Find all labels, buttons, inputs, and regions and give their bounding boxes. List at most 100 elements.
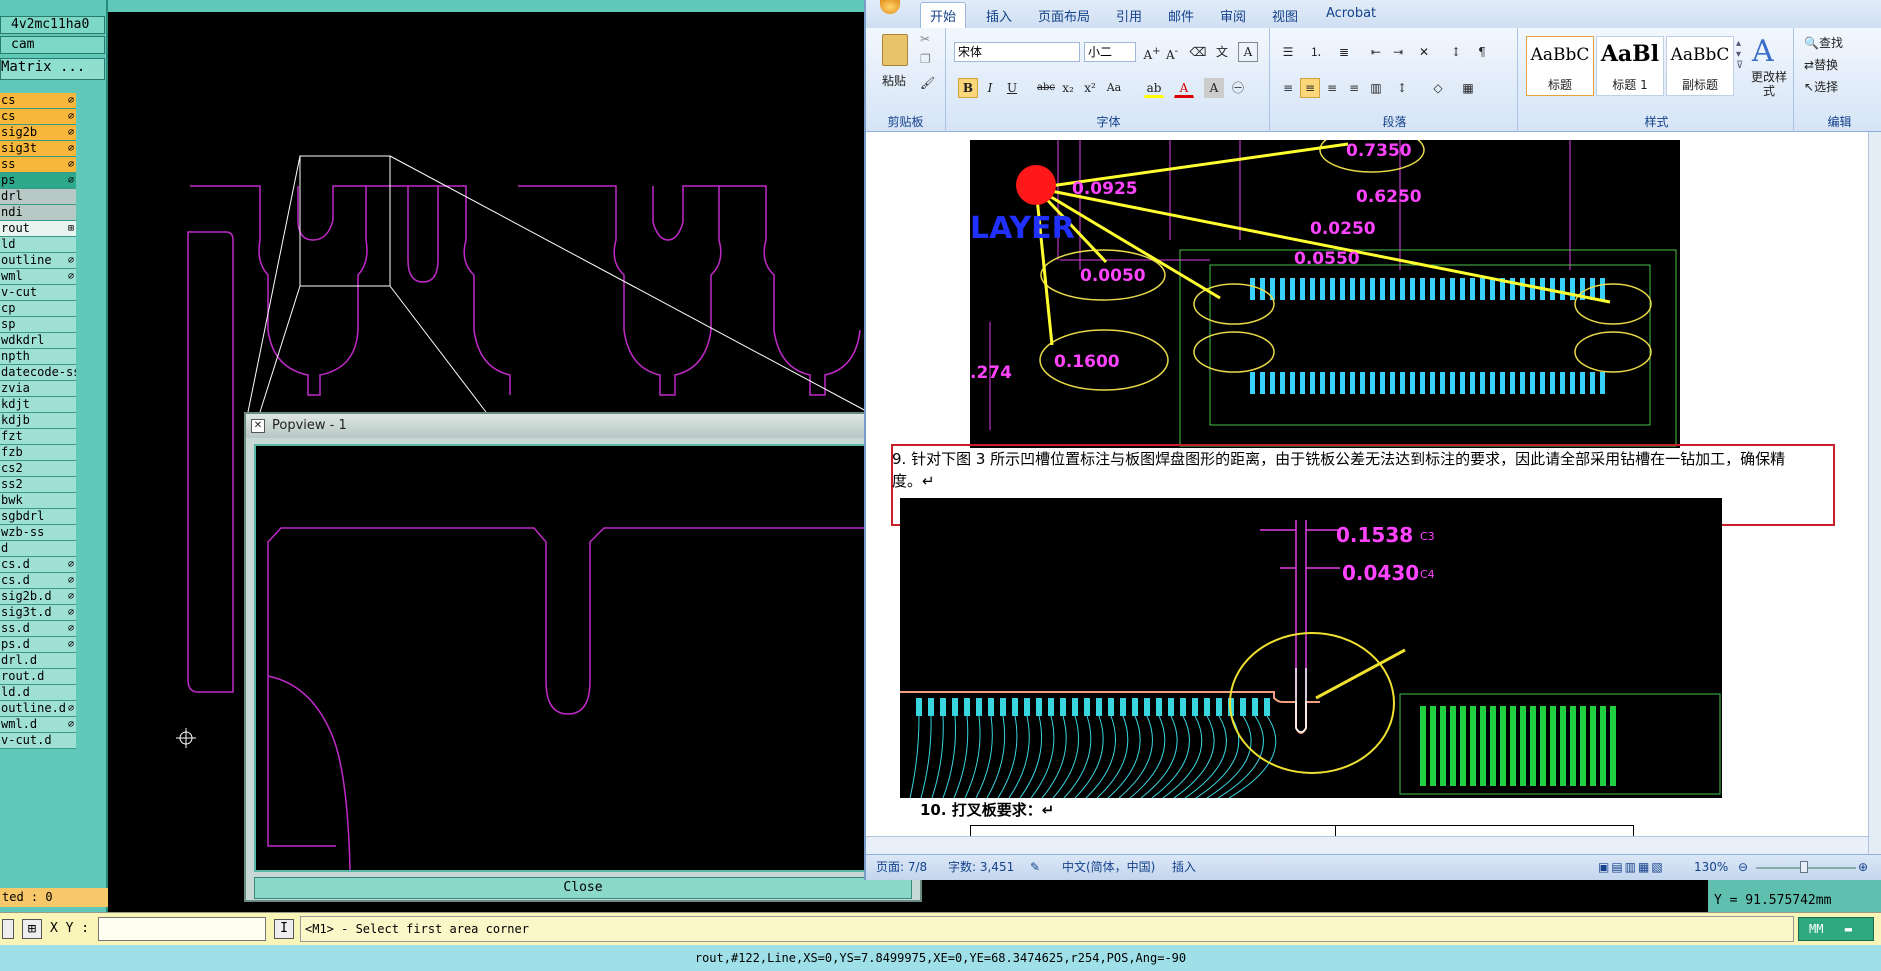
change-styles-button[interactable]: 更改样式 bbox=[1746, 70, 1792, 98]
layer-row[interactable]: ss2 bbox=[0, 477, 76, 493]
layer-row[interactable]: wdkdrl bbox=[0, 333, 76, 349]
layer-row[interactable]: cs2 bbox=[0, 461, 76, 477]
layer-row[interactable]: cs ⌀ bbox=[0, 109, 76, 125]
layer-row[interactable]: sp bbox=[0, 317, 76, 333]
popview-close-icon[interactable]: ✕ bbox=[251, 419, 265, 433]
copy-icon[interactable]: ❐ bbox=[920, 52, 931, 66]
layer-row[interactable]: sig3t.d ⌀ bbox=[0, 605, 76, 621]
cursor-icon[interactable]: I bbox=[274, 919, 294, 939]
decrease-indent-icon[interactable]: ⇤ bbox=[1366, 42, 1386, 62]
cut-icon[interactable]: ✂ bbox=[920, 32, 930, 46]
job-name[interactable]: 4v2mc11ha0 bbox=[0, 16, 105, 34]
format-painter-icon[interactable]: 🖌 bbox=[920, 76, 935, 90]
tab-acrobat[interactable]: Acrobat bbox=[1326, 6, 1376, 21]
layer-row[interactable]: v-cut bbox=[0, 285, 76, 301]
layer-row[interactable]: ss ⌀ bbox=[0, 157, 76, 173]
office-button-icon[interactable] bbox=[880, 0, 900, 14]
multilevel-list-icon[interactable]: ≣ bbox=[1334, 42, 1354, 62]
tab-page-layout[interactable]: 页面布局 bbox=[1038, 6, 1090, 25]
font-color-icon[interactable]: A bbox=[1174, 78, 1194, 98]
layer-row[interactable]: rout ⊞ bbox=[0, 221, 76, 237]
status-insert[interactable]: 插入 bbox=[1172, 855, 1196, 879]
tool-icon[interactable] bbox=[2, 919, 14, 939]
bold-button[interactable]: B bbox=[958, 78, 978, 98]
distributed-icon[interactable]: ▥ bbox=[1366, 78, 1386, 98]
layer-row[interactable]: drl.d bbox=[0, 653, 76, 669]
increase-indent-icon[interactable]: ⇥ bbox=[1388, 42, 1408, 62]
layer-row[interactable]: outline.d ⌀ bbox=[0, 701, 76, 717]
replace-button[interactable]: ⇄替换 bbox=[1804, 56, 1838, 73]
enclose-char-icon[interactable]: ㊀ bbox=[1228, 78, 1248, 98]
zoom-in-icon[interactable]: ⊕ bbox=[1858, 855, 1868, 879]
char-shading-icon[interactable]: A bbox=[1204, 78, 1224, 98]
popview-close-button[interactable]: Close bbox=[254, 877, 912, 899]
phonetic-icon[interactable]: 文 bbox=[1212, 42, 1232, 62]
layer-row[interactable]: ndi bbox=[0, 205, 76, 221]
select-button[interactable]: ↖选择 bbox=[1804, 78, 1838, 95]
tab-view[interactable]: 视图 bbox=[1272, 6, 1298, 25]
popview-titlebar[interactable]: ✕ Popview - 1 bbox=[246, 414, 920, 438]
numbering-icon[interactable]: ⒈ bbox=[1306, 42, 1326, 62]
layer-row[interactable]: fzb bbox=[0, 445, 76, 461]
font-size-select[interactable]: 小二 bbox=[1084, 42, 1136, 62]
strikethrough-button[interactable]: abc bbox=[1036, 78, 1056, 98]
justify-icon[interactable]: ≡ bbox=[1344, 78, 1364, 98]
highlight-icon[interactable]: ab bbox=[1144, 78, 1164, 98]
matrix-button[interactable]: Matrix ... bbox=[0, 58, 105, 80]
tab-mailings[interactable]: 邮件 bbox=[1168, 6, 1194, 25]
layer-row[interactable]: ld.d bbox=[0, 685, 76, 701]
zoom-level[interactable]: 130% bbox=[1694, 855, 1728, 879]
chinese-layout-icon[interactable]: ✕ bbox=[1414, 42, 1434, 62]
layer-row[interactable]: rout.d bbox=[0, 669, 76, 685]
view-buttons[interactable]: ▣▤▥▦▧ bbox=[1598, 855, 1665, 879]
layer-row[interactable]: ld bbox=[0, 237, 76, 253]
layer-row[interactable]: wml ⌀ bbox=[0, 269, 76, 285]
align-left-icon[interactable]: ≡ bbox=[1278, 78, 1298, 98]
change-case-button[interactable]: Aa bbox=[1104, 78, 1124, 98]
horizontal-scrollbar[interactable] bbox=[866, 836, 1868, 854]
layer-row[interactable]: fzt bbox=[0, 429, 76, 445]
tab-home[interactable]: 开始 bbox=[920, 2, 967, 28]
spell-check-icon[interactable]: ✎ bbox=[1030, 855, 1040, 879]
style-title[interactable]: AaBbC 标题 bbox=[1526, 36, 1594, 96]
layer-row[interactable]: v-cut.d bbox=[0, 733, 76, 749]
subscript-button[interactable]: x₂ bbox=[1058, 78, 1078, 98]
line-spacing-icon[interactable]: ↕ bbox=[1392, 78, 1412, 98]
change-styles-icon[interactable]: A bbox=[1752, 34, 1774, 69]
layer-row[interactable]: outline ⌀ bbox=[0, 253, 76, 269]
superscript-button[interactable]: x² bbox=[1080, 78, 1100, 98]
layer-row[interactable]: wml.d ⌀ bbox=[0, 717, 76, 733]
style-subtitle[interactable]: AaBbC 副标题 bbox=[1666, 36, 1734, 96]
layer-row[interactable]: drl bbox=[0, 189, 76, 205]
layer-row[interactable]: cs.d ⌀ bbox=[0, 573, 76, 589]
paste-button[interactable]: 粘贴 bbox=[882, 72, 906, 89]
char-border-icon[interactable]: A bbox=[1238, 42, 1258, 62]
status-language[interactable]: 中文(简体，中国) bbox=[1062, 855, 1155, 879]
layer-row[interactable]: datecode-ss bbox=[0, 365, 76, 381]
document-page[interactable]: 0.7350 0.0925 0.6250 0.0250 0.0550 0.005… bbox=[866, 132, 1868, 856]
bullets-icon[interactable]: ☰ bbox=[1278, 42, 1298, 62]
layer-row[interactable]: sig3t ⌀ bbox=[0, 141, 76, 157]
step-name[interactable]: cam bbox=[0, 36, 105, 54]
underline-button[interactable]: U bbox=[1002, 78, 1022, 98]
find-button[interactable]: 🔍查找 bbox=[1804, 34, 1843, 51]
layer-row[interactable]: sgbdrl bbox=[0, 509, 76, 525]
layer-row[interactable]: ps ⌀ bbox=[0, 173, 76, 189]
show-marks-icon[interactable]: ¶ bbox=[1472, 42, 1492, 62]
layer-row[interactable]: bwk bbox=[0, 493, 76, 509]
grid-icon[interactable]: ⊞ bbox=[22, 919, 42, 939]
layer-row[interactable]: ss.d ⌀ bbox=[0, 621, 76, 637]
clear-format-icon[interactable]: ⌫ bbox=[1188, 42, 1208, 62]
layer-row[interactable]: cs.d ⌀ bbox=[0, 557, 76, 573]
italic-button[interactable]: I bbox=[980, 78, 1000, 98]
layer-row[interactable]: sig2b ⌀ bbox=[0, 125, 76, 141]
vertical-scrollbar[interactable] bbox=[1868, 132, 1881, 854]
popview-canvas[interactable] bbox=[254, 444, 912, 872]
layer-row[interactable]: npth bbox=[0, 349, 76, 365]
layer-row[interactable]: d bbox=[0, 541, 76, 557]
status-page[interactable]: 页面: 7/8 bbox=[876, 855, 927, 879]
zoom-out-icon[interactable]: ⊖ bbox=[1738, 855, 1748, 879]
units-button[interactable]: MM ▬ bbox=[1798, 917, 1874, 941]
layer-row[interactable]: ps.d ⌀ bbox=[0, 637, 76, 653]
layer-row[interactable]: wzb-ss bbox=[0, 525, 76, 541]
